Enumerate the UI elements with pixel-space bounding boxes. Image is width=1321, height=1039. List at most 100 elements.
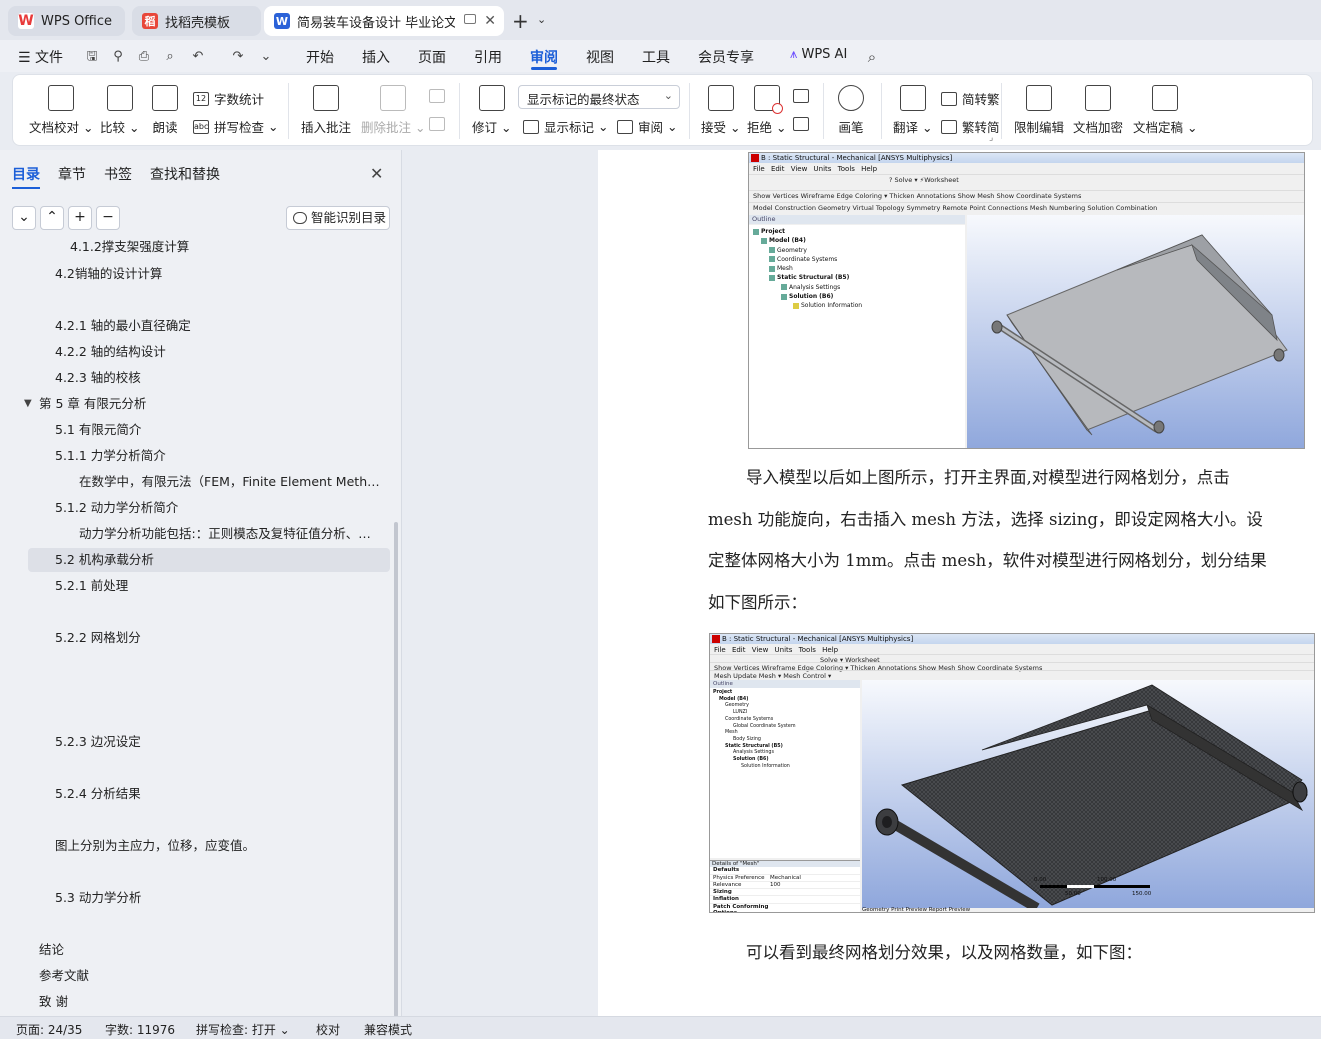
nav-tab-chapters[interactable]: 章节 — [58, 164, 86, 184]
dialog-launcher-icon[interactable]: ⌟ — [989, 133, 993, 143]
word-count-indicator[interactable]: 字数: 11976 — [105, 1021, 175, 1038]
markup-state-select[interactable]: 显示标记的最终状态 ⌄ — [518, 85, 680, 109]
word-count-button[interactable]: 12 字数统计 — [193, 89, 264, 108]
tree-node[interactable]: Solution Information — [713, 764, 860, 771]
revise-button[interactable]: 修订 ⌄ — [472, 85, 511, 136]
menu-start[interactable]: 开始 — [306, 47, 334, 67]
chevron-down-icon[interactable]: ⌄ — [537, 13, 546, 26]
tab-docer-templates[interactable]: 稻 找稻壳模板 — [132, 6, 261, 36]
spell-check-status[interactable]: 拼写检查: 打开 ⌄ — [196, 1021, 290, 1038]
toc-item[interactable]: 5.1 有限元简介 — [55, 419, 375, 441]
redo-icon[interactable]: ↷ — [230, 49, 246, 65]
details-row[interactable]: Physics Preference Mechanical — [710, 875, 860, 882]
restrict-edit-button[interactable]: 限制编辑 — [1014, 85, 1064, 136]
proof-status[interactable]: 校对 — [316, 1021, 340, 1038]
tree-node[interactable]: Coordinate Systems — [713, 717, 860, 724]
tree-node[interactable]: Geometry — [753, 246, 965, 255]
tree-node[interactable]: Project — [753, 227, 965, 236]
to-traditional-button[interactable]: 简转繁 — [941, 89, 1000, 108]
accept-button[interactable]: 接受 ⌄ — [701, 85, 740, 136]
more-chevron-icon[interactable]: ⌄ — [258, 49, 274, 65]
tree-node[interactable]: Model (B4) — [753, 236, 965, 245]
read-aloud-button[interactable]: 朗读 — [152, 85, 178, 136]
finalize-button[interactable]: 文档定稿 ⌄ — [1133, 85, 1197, 136]
details-row[interactable]: Defaults — [710, 867, 860, 875]
prev-comment-button[interactable] — [429, 89, 450, 103]
menu-insert[interactable]: 插入 — [362, 47, 390, 67]
toc-item[interactable]: 5.2.1 前处理 — [55, 575, 375, 597]
wps-ai-button[interactable]: ⩚ WPS AI — [790, 47, 847, 62]
toc-item[interactable]: 4.1.2撑支架强度计算 — [70, 240, 370, 258]
tree-node[interactable]: Solution (B6) — [713, 757, 860, 764]
undo-icon[interactable]: ↶ — [190, 49, 206, 65]
toc-item[interactable]: 5.3 动力学分析 — [55, 887, 375, 909]
next-change-button[interactable] — [793, 117, 814, 131]
nav-tab-find-replace[interactable]: 查找和替换 — [150, 164, 220, 184]
nav-tab-bookmarks[interactable]: 书签 — [104, 164, 132, 184]
paragraph-mesh-description[interactable]: 导入模型以后如上图所示，打开主界面,对模型进行网格划分，点击 mesh 功能旋向… — [708, 457, 1316, 623]
toc-item[interactable]: 致 谢 — [39, 991, 359, 1013]
search-icon[interactable]: ⌕ — [864, 49, 880, 65]
tree-node[interactable]: Static Structural (B5) — [753, 273, 965, 282]
tree-node[interactable]: Mesh — [713, 730, 860, 737]
details-row[interactable]: Inflation — [710, 896, 860, 904]
close-icon[interactable]: ✕ — [370, 164, 383, 183]
save-icon[interactable]: 🖫 — [84, 49, 100, 65]
spell-check-button[interactable]: abc 拼写检查 ⌄ — [193, 117, 278, 136]
prev-change-button[interactable] — [793, 89, 814, 103]
translate-button[interactable]: 翻译 ⌄ — [893, 85, 932, 136]
toc-item[interactable]: 第 5 章 有限元分析 — [39, 393, 359, 415]
toc-item[interactable]: 4.2.2 轴的结构设计 — [55, 341, 375, 363]
tree-node[interactable]: Analysis Settings — [753, 283, 965, 292]
tree-node[interactable]: Body Sizing — [713, 737, 860, 744]
toc-item[interactable]: 5.1.1 力学分析简介 — [55, 445, 375, 467]
print-preview-icon[interactable]: ⌕ — [162, 49, 178, 65]
menu-tools[interactable]: 工具 — [642, 47, 670, 67]
toc-item[interactable]: 在数学中，有限元法（FEM，Finite Element Method）是一种为… — [79, 471, 382, 493]
tree-node[interactable]: Solution Information — [753, 301, 965, 310]
tree-node[interactable]: LUNZI — [713, 710, 860, 717]
file-menu[interactable]: ☰ 文件 — [18, 47, 63, 67]
toc-item[interactable]: 4.2销轴的设计计算 — [55, 263, 375, 285]
toc-item[interactable]: 4.2.1 轴的最小直径确定 — [55, 315, 375, 337]
nav-scrollbar[interactable] — [394, 522, 398, 1017]
toc-item[interactable]: 5.2.3 边况设定 — [55, 731, 375, 753]
page-indicator[interactable]: 页面: 24/35 — [16, 1021, 82, 1038]
expand-all-button[interactable]: ⌄ — [12, 206, 36, 230]
toc-item[interactable]: 5.2.2 网格划分 — [55, 627, 375, 649]
toc-item[interactable]: 4.2.3 轴的校核 — [55, 367, 375, 389]
toc-item[interactable]: 动力学分析功能包括:：正则模态及复特征值分析、频率及瞬态响应分析... — [79, 523, 382, 545]
reject-button[interactable]: 拒绝 ⌄ — [747, 85, 786, 136]
toc-item[interactable]: 参考文献 — [39, 965, 359, 987]
toc-item[interactable]: 5.1.2 动力学分析简介 — [55, 497, 375, 519]
menu-member[interactable]: 会员专享 — [698, 47, 754, 67]
compare-button[interactable]: 比较 ⌄ — [100, 85, 139, 136]
menu-view[interactable]: 视图 — [586, 47, 614, 67]
toc-item[interactable]: 结论 — [39, 939, 359, 961]
details-row[interactable]: Patch Conforming Options — [710, 904, 860, 912]
insert-comment-button[interactable]: 插入批注 — [301, 85, 351, 136]
tree-node[interactable]: Coordinate Systems — [753, 255, 965, 264]
format-painter-icon[interactable]: ⚲ — [110, 49, 126, 65]
toc-item[interactable]: 5.2.4 分析结果 — [55, 783, 375, 805]
monitor-icon[interactable] — [464, 14, 476, 24]
details-row[interactable]: Relevance 100 — [710, 882, 860, 890]
menu-page[interactable]: 页面 — [418, 47, 446, 67]
encrypt-button[interactable]: 文档加密 — [1073, 85, 1123, 136]
new-tab-icon[interactable]: + — [512, 9, 529, 33]
tree-node[interactable]: Project — [713, 690, 860, 697]
expand-arrow-icon[interactable]: ▼ — [24, 398, 32, 409]
tree-node[interactable]: Mesh — [753, 264, 965, 273]
details-row[interactable]: Sizing — [710, 889, 860, 897]
delete-comment-button[interactable]: 删除批注 ⌄ — [361, 85, 425, 136]
tree-node[interactable]: Solution (B6) — [753, 292, 965, 301]
tab-wps-office[interactable]: W WPS Office — [8, 6, 125, 36]
smart-toc-button[interactable]: 智能识别目录 — [286, 206, 390, 230]
review-pane-button[interactable]: 审阅 ⌄ — [617, 117, 677, 136]
paragraph-mesh-result[interactable]: 可以看到最终网格划分效果，以及网格数量，如下图： — [708, 932, 1316, 974]
pen-button[interactable]: 画笔 — [838, 85, 864, 136]
collapse-all-button[interactable]: ⌃ — [40, 206, 64, 230]
show-markup-button[interactable]: 显示标记 ⌄ — [523, 117, 608, 136]
proofread-button[interactable]: 文档校对 ⌄ — [29, 85, 93, 136]
next-comment-button[interactable] — [429, 117, 450, 131]
